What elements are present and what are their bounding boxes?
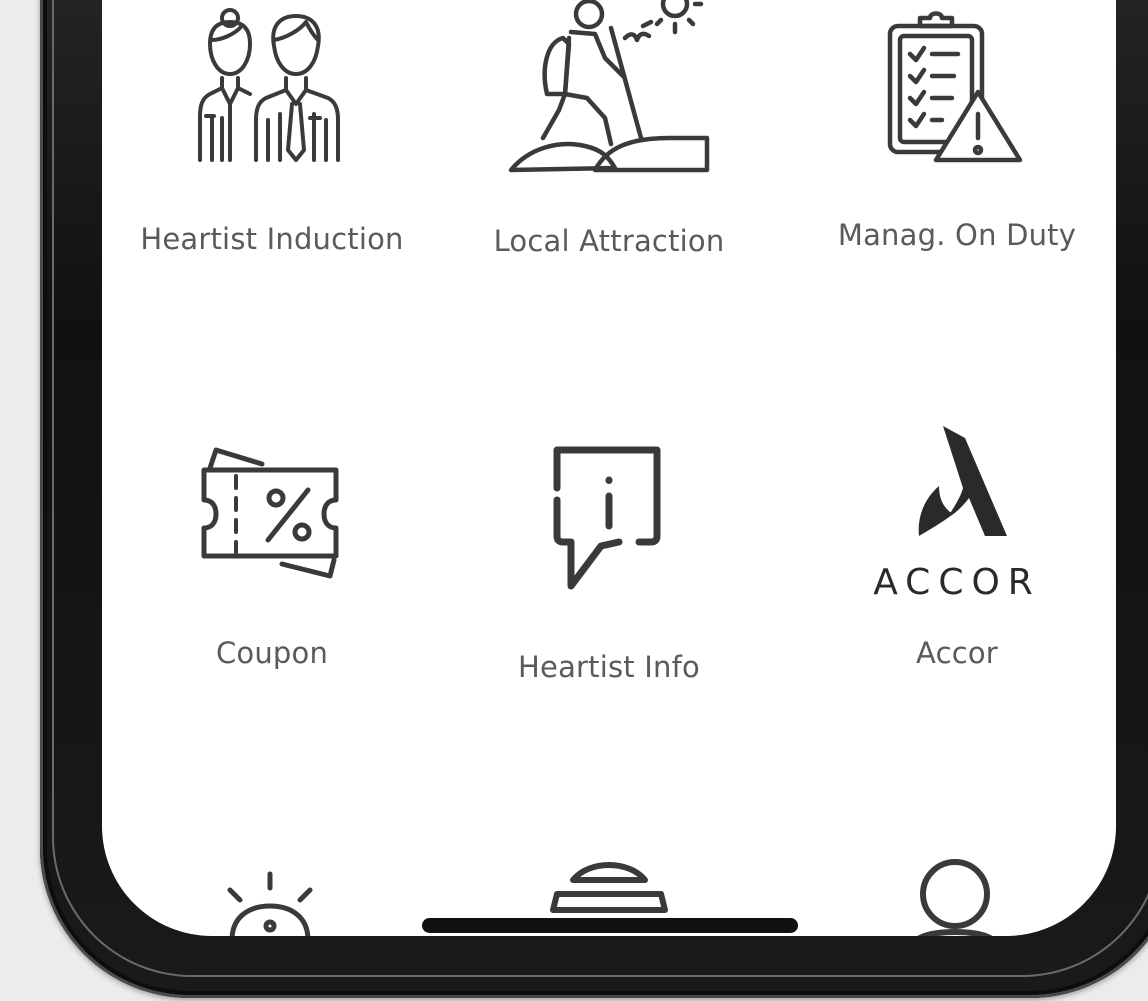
tile-heartist-info[interactable]: Heartist Info [439,440,779,684]
tile-label: Manag. On Duty [837,218,1077,252]
tile-profile[interactable] [787,854,1116,936]
tile-label: Coupon [215,636,329,670]
info-speech-bubble-icon [553,446,661,590]
home-indicator[interactable] [422,918,798,933]
tile-label: Heartist Induction [140,222,404,256]
clipboard-warning-icon [887,11,1023,163]
tile-local-attraction[interactable]: Local Attraction [439,0,779,258]
hiker-icon [508,0,710,173]
staff-couple-icon [198,8,340,162]
tile-heartist-induction[interactable]: Heartist Induction [102,0,442,256]
tile-label: Local Attraction [493,224,725,258]
coupon-ticket-icon [201,447,339,579]
tile-label: Heartist Info [518,650,700,684]
tile-sunrise[interactable] [102,870,442,936]
app-screen: Heartist Induction Local Attraction Mana… [102,0,1116,936]
tile-coupon[interactable]: Coupon [102,440,442,670]
tile-label: Accor [916,636,998,670]
sunrise-icon [227,871,313,936]
accor-wordmark: ACCOR [873,562,1041,603]
person-icon [917,859,993,936]
tile-manager-on-duty[interactable]: Manag. On Duty [787,0,1116,252]
tile-accor[interactable]: ACCOR Accor [787,426,1116,670]
accor-logo: ACCOR [873,426,1041,603]
